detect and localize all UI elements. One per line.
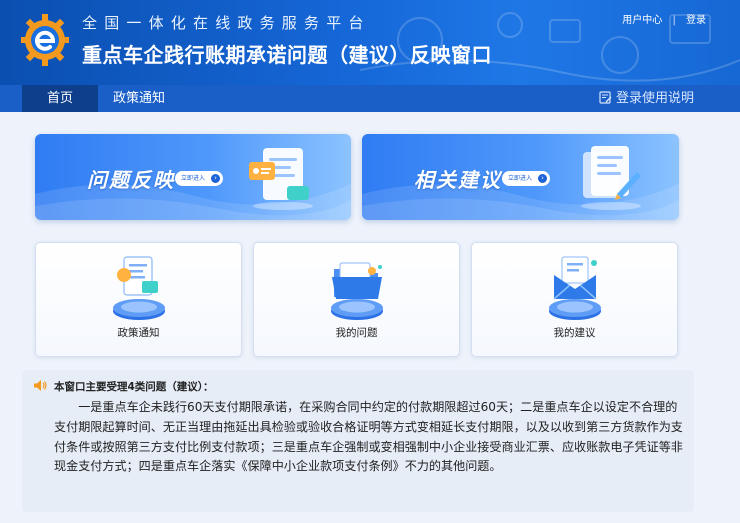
arrow-right-icon: ›	[538, 174, 547, 183]
page-title: 重点车企践行账期承诺问题（建议）反映窗口	[82, 43, 492, 67]
banner-title: 问题反映	[87, 168, 175, 192]
nav-item-policy[interactable]: 政策通知	[104, 85, 174, 112]
logo-icon	[21, 14, 69, 66]
enter-button[interactable]: 立即进入 ›	[502, 171, 550, 186]
login-help-label: 登录使用说明	[615, 91, 694, 106]
site-title: 全国一体化在线政务服务平台	[82, 14, 371, 32]
notice-body: 一是重点车企未践行60天支付期限承诺，在采购合同中约定的付款期限超过60天；二是…	[54, 400, 683, 474]
login-help-link[interactable]: 登录使用说明	[599, 85, 694, 112]
tile-label: 政策通知	[117, 327, 160, 339]
main-nav: 首页 政策通知 登录使用说明	[0, 85, 740, 112]
tile-label: 我的问题	[335, 327, 378, 339]
enter-button-label: 立即进入	[508, 175, 533, 182]
speaker-icon	[34, 380, 47, 391]
login-link[interactable]: 登录	[686, 15, 706, 26]
policy-document-icon	[113, 256, 165, 320]
notice-panel: 本窗口主要受理4类问题（建议）： 一是重点车企未践行60天支付期限承诺，在采购合…	[22, 370, 694, 512]
banner-title: 相关建议	[414, 168, 502, 192]
edit-document-icon	[599, 91, 612, 104]
header: 全国一体化在线政务服务平台 重点车企践行账期承诺问题（建议）反映窗口 用户中心 …	[0, 0, 740, 85]
arrow-right-icon: ›	[211, 174, 220, 183]
banner-suggestions[interactable]: 相关建议 立即进入 ›	[362, 134, 679, 220]
feedback-document-icon	[249, 148, 313, 210]
enter-button-label: 立即进入	[181, 175, 206, 182]
envelope-icon	[549, 256, 601, 320]
tile-my-problems[interactable]: 我的问题	[253, 242, 460, 357]
notice-title: 本窗口主要受理4类问题（建议）：	[54, 381, 214, 393]
top-links: 用户中心 | 登录	[622, 11, 706, 26]
suggestion-document-icon	[581, 146, 641, 210]
banner-problem-feedback[interactable]: 问题反映 立即进入 ›	[35, 134, 351, 220]
tile-policy-notice[interactable]: 政策通知	[35, 242, 242, 357]
tile-label: 我的建议	[553, 327, 596, 339]
nav-item-home[interactable]: 首页	[22, 85, 98, 112]
tile-my-suggestions[interactable]: 我的建议	[471, 242, 678, 357]
top-links-separator: |	[672, 15, 676, 26]
enter-button[interactable]: 立即进入 ›	[175, 171, 223, 186]
folder-icon	[331, 262, 383, 320]
user-center-link[interactable]: 用户中心	[622, 15, 662, 26]
